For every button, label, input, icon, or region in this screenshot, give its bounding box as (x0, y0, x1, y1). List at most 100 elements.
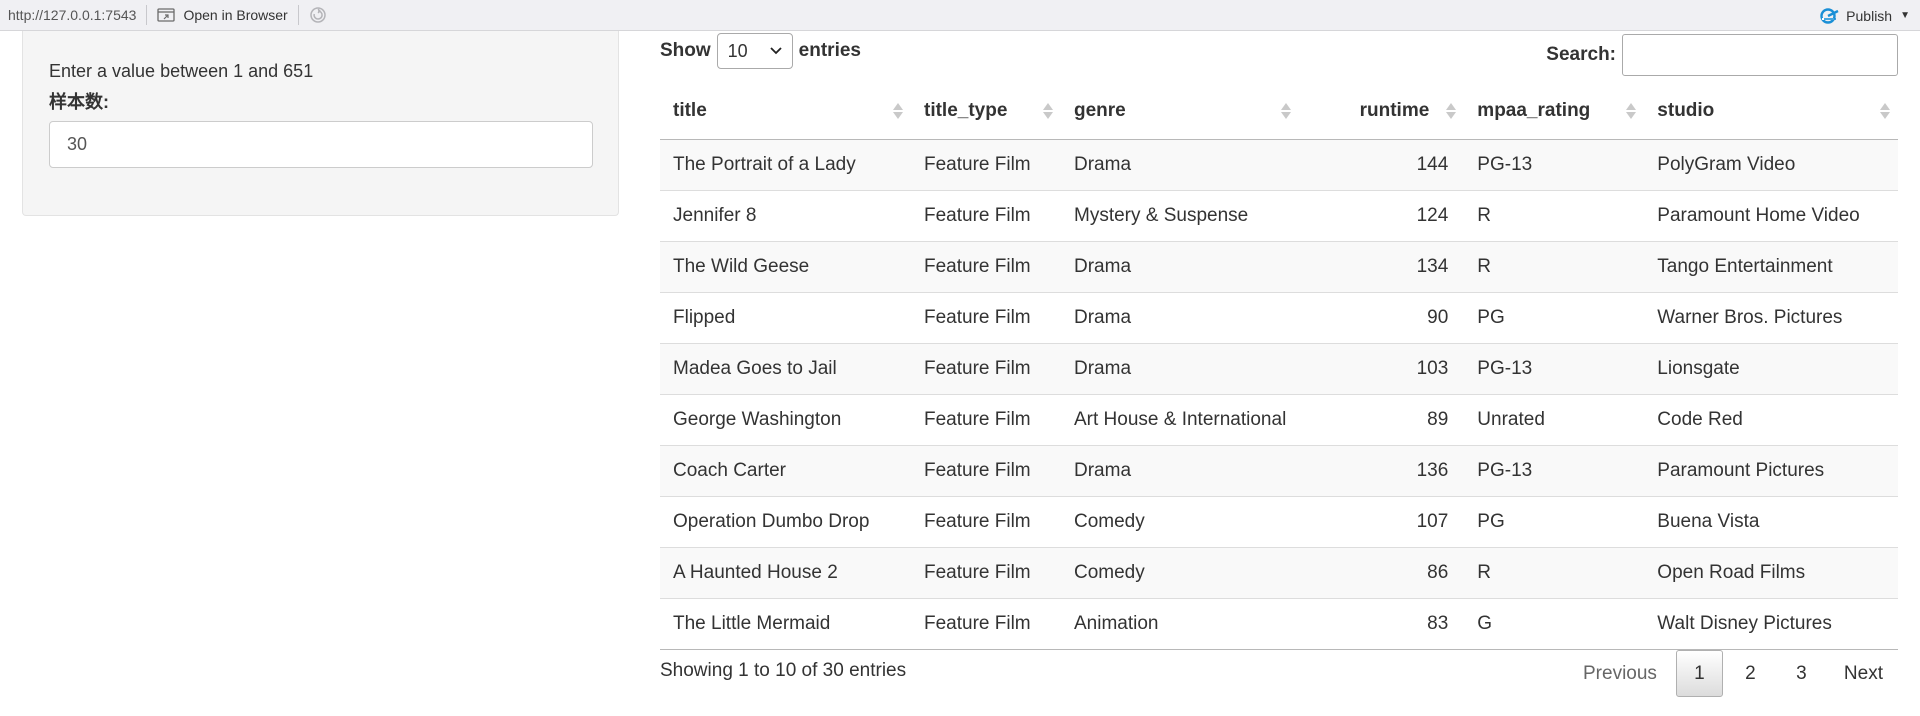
cell-genre: Mystery & Suspense (1061, 190, 1300, 242)
cell-genre: Drama (1061, 139, 1300, 191)
cell-genre: Drama (1061, 445, 1300, 497)
cell-title: Flipped (660, 292, 911, 344)
entries-length-select[interactable]: 10 (716, 33, 793, 69)
cell-studio: Warner Bros. Pictures (1644, 292, 1898, 344)
open-in-browser-button[interactable]: Open in Browser (157, 7, 288, 23)
search-label: Search: (1546, 44, 1616, 65)
pagination-page-button[interactable]: 1 (1675, 650, 1723, 697)
column-header-title[interactable]: title (660, 84, 911, 140)
cell-studio: Lionsgate (1644, 343, 1898, 395)
cell-genre: Comedy (1061, 547, 1300, 599)
cell-runtime: 90 (1299, 292, 1465, 344)
cell-title-type: Feature Film (911, 343, 1061, 395)
cell-title-type: Feature Film (911, 445, 1061, 497)
column-header-genre[interactable]: genre (1061, 84, 1300, 140)
cell-genre: Drama (1061, 292, 1300, 344)
open-in-browser-label: Open in Browser (183, 7, 288, 23)
toolbar-divider (146, 5, 148, 25)
column-header-runtime[interactable]: runtime (1299, 84, 1465, 140)
viewer-toolbar: http://127.0.0.1:7543 Open in Browser Pu… (0, 0, 1920, 31)
table-body: The Portrait of a Lady Feature Film Drama 1… (660, 139, 1898, 650)
sample-size-label: 样本数: (49, 92, 109, 112)
browser-window-icon (157, 8, 176, 22)
cell-title-type: Feature Film (911, 394, 1061, 446)
column-header-label: genre (1074, 100, 1126, 122)
cell-mpaa-rating: PG (1464, 292, 1645, 344)
cell-title: Jennifer 8 (660, 190, 911, 242)
table-row: George Washington Feature Film Art House &… (660, 394, 1898, 446)
pagination-page-button[interactable]: 2 (1727, 650, 1774, 697)
sort-icon (1626, 102, 1637, 120)
column-header-mpaa-rating[interactable]: mpaa_rating (1464, 84, 1645, 140)
column-header-title-type[interactable]: title_type (911, 84, 1061, 140)
cell-title: Madea Goes to Jail (660, 343, 911, 395)
cell-title: The Portrait of a Lady (660, 139, 911, 191)
sort-icon (1043, 102, 1053, 120)
cell-mpaa-rating: PG (1464, 496, 1645, 548)
cell-title: Coach Carter (660, 445, 911, 497)
cell-genre: Art House & International (1061, 394, 1300, 446)
entries-length-value: 10 (727, 40, 748, 61)
toolbar-divider (297, 5, 299, 25)
cell-studio: Buena Vista (1644, 496, 1898, 548)
chevron-down-icon (770, 47, 782, 55)
cell-genre: Drama (1061, 241, 1300, 293)
cell-title-type: Feature Film (911, 598, 1061, 650)
cell-title: George Washington (660, 394, 911, 446)
cell-title-type: Feature Film (911, 190, 1061, 242)
cell-genre: Drama (1061, 343, 1300, 395)
publish-icon (1820, 7, 1839, 24)
cell-title: Operation Dumbo Drop (660, 496, 911, 548)
cell-studio: Walt Disney Pictures (1644, 598, 1898, 650)
column-header-label: mpaa_rating (1477, 100, 1591, 122)
cell-runtime: 107 (1299, 496, 1465, 548)
pagination-next-button[interactable]: Next (1829, 650, 1898, 697)
table-row: Madea Goes to Jail Feature Film Drama 103 PG… (660, 343, 1898, 395)
table-row: A Haunted House 2 Feature Film Comedy 86 R Op… (660, 547, 1898, 599)
input-help-text: Enter a value between 1 and 651 (49, 61, 314, 81)
data-table: title title_type genre runtime mpaa_rati… (660, 84, 1898, 650)
header-row: title title_type genre runtime mpaa_rati… (660, 84, 1898, 140)
cell-mpaa-rating: PG-13 (1464, 343, 1645, 395)
cell-title: The Little Mermaid (660, 598, 911, 650)
table-search: Search: (1546, 34, 1898, 76)
cell-mpaa-rating: R (1464, 190, 1645, 242)
cell-mpaa-rating: R (1464, 547, 1645, 599)
publish-button[interactable]: Publish ▼ (1820, 0, 1920, 31)
table-row: The Portrait of a Lady Feature Film Drama 1… (660, 139, 1898, 191)
publish-label: Publish (1846, 7, 1893, 24)
cell-genre: Comedy (1061, 496, 1300, 548)
cell-title-type: Feature Film (911, 241, 1061, 293)
cell-studio: PolyGram Video (1644, 139, 1898, 191)
sort-icon (893, 102, 903, 120)
sample-size-input[interactable] (49, 121, 593, 168)
chevron-down-icon[interactable]: ▼ (1900, 10, 1910, 21)
column-header-label: title (673, 100, 707, 122)
table-row: Jennifer 8 Feature Film Mystery & Suspense… (660, 190, 1898, 242)
cell-studio: Open Road Films (1644, 547, 1898, 599)
cell-runtime: 144 (1299, 139, 1465, 191)
table-info: Showing 1 to 10 of 30 entries (660, 660, 907, 681)
cell-runtime: 103 (1299, 343, 1465, 395)
cell-studio: Code Red (1644, 394, 1898, 446)
column-header-studio[interactable]: studio (1644, 84, 1898, 140)
cell-title-type: Feature Film (911, 496, 1061, 548)
cell-title: A Haunted House 2 (660, 547, 911, 599)
search-input[interactable] (1622, 34, 1898, 76)
table-row: Flipped Feature Film Drama 90 PG Warner Bros.… (660, 292, 1898, 344)
cell-runtime: 89 (1299, 394, 1465, 446)
table-row: The Little Mermaid Feature Film Animation 8… (660, 598, 1898, 650)
cell-title-type: Feature Film (911, 139, 1061, 191)
column-header-label: runtime (1359, 100, 1430, 122)
cell-mpaa-rating: PG-13 (1464, 445, 1645, 497)
cell-mpaa-rating: PG-13 (1464, 139, 1645, 191)
refresh-button[interactable] (309, 6, 327, 24)
column-header-label: title_type (924, 100, 1008, 122)
pagination-page-button[interactable]: 3 (1778, 650, 1825, 697)
cell-title-type: Feature Film (911, 547, 1061, 599)
table-row: Operation Dumbo Drop Feature Film Comedy 10… (660, 496, 1898, 548)
cell-studio: Paramount Home Video (1644, 190, 1898, 242)
pagination-previous-button[interactable]: Previous (1568, 650, 1672, 697)
viewer-url: http://127.0.0.1:7543 (8, 7, 137, 23)
cell-mpaa-rating: G (1464, 598, 1645, 650)
